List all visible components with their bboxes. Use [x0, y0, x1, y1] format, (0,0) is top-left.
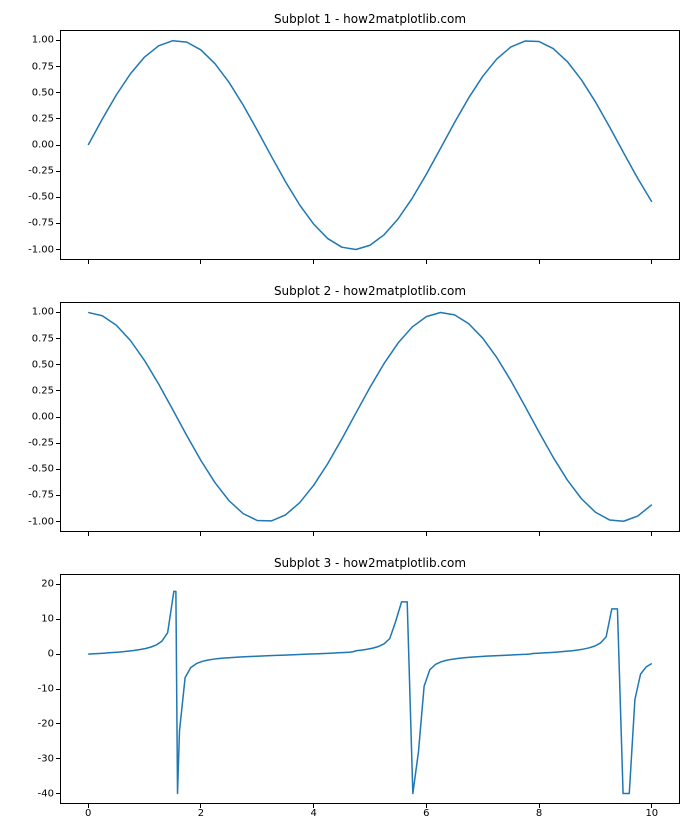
- subplot-3-title: Subplot 3 - how2matplotlib.com: [60, 556, 680, 570]
- subplot-1-title: Subplot 1 - how2matplotlib.com: [60, 12, 680, 26]
- x-tick-label: 8: [536, 804, 542, 819]
- x-tick-label: 6: [423, 804, 429, 819]
- x-tick-label: 2: [198, 804, 204, 819]
- x-tick-label: 0: [85, 804, 91, 819]
- subplot-3: Subplot 3 - how2matplotlib.com -40-30-20…: [60, 574, 680, 804]
- x-tick-label: 10: [645, 804, 658, 819]
- line-series: [60, 574, 680, 804]
- figure: Subplot 1 - how2matplotlib.com -1.00-0.7…: [0, 0, 700, 840]
- subplot-2: Subplot 2 - how2matplotlib.com -1.00-0.7…: [60, 302, 680, 532]
- subplot-1: Subplot 1 - how2matplotlib.com -1.00-0.7…: [60, 30, 680, 260]
- x-tick-label: 4: [310, 804, 316, 819]
- line-series: [60, 30, 680, 260]
- subplot-2-title: Subplot 2 - how2matplotlib.com: [60, 284, 680, 298]
- line-series: [60, 302, 680, 532]
